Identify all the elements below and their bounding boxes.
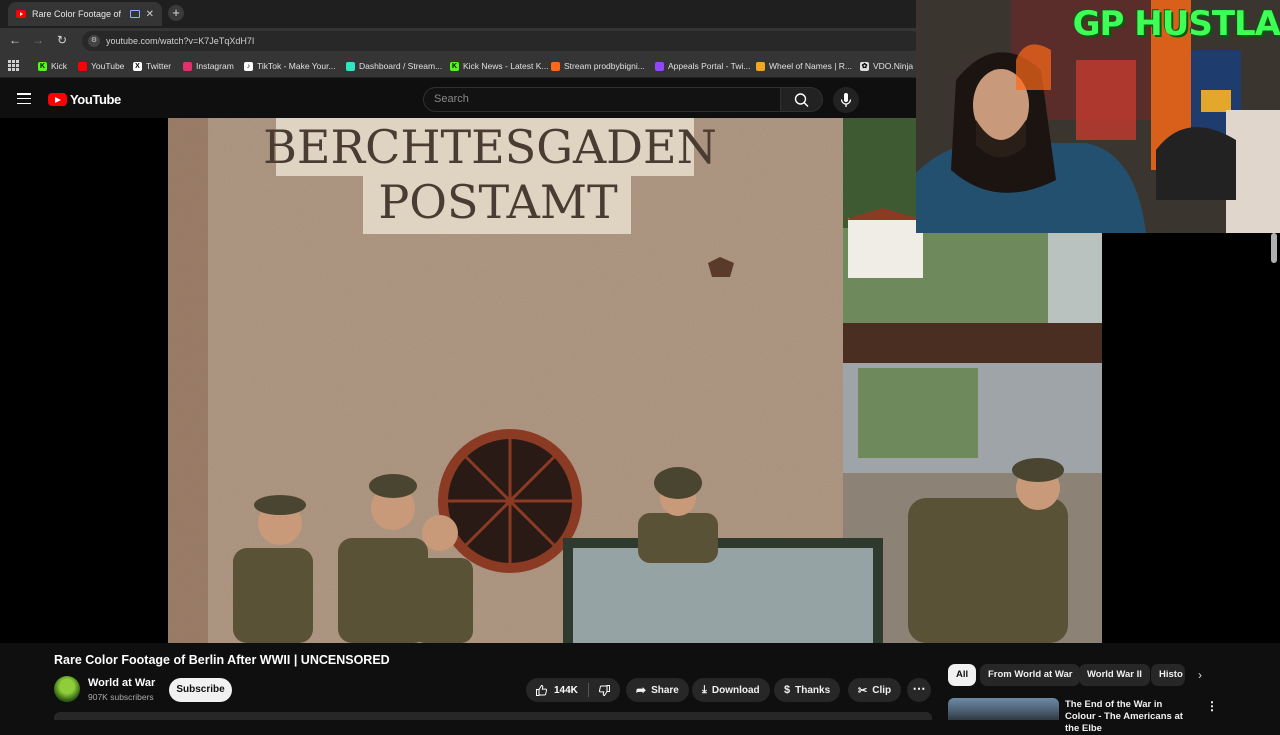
bookmark-label: TikTok - Make Your...	[257, 61, 336, 71]
search-button[interactable]	[781, 87, 823, 112]
like-dislike-group: 144K	[526, 678, 620, 702]
thumbs-up-icon	[536, 684, 548, 696]
download-icon: ⤓	[702, 683, 707, 696]
bookmark-label: Kick News - Latest K...	[463, 61, 549, 71]
description-box[interactable]	[54, 712, 932, 720]
bookmark-item[interactable]: Stream prodbybigni...	[551, 60, 645, 72]
back-icon[interactable]: ←	[7, 33, 23, 47]
chip-history[interactable]: Histo	[1151, 664, 1185, 686]
bookmark-label: Twitter	[146, 61, 172, 71]
channel-name[interactable]: World at War	[88, 677, 155, 689]
kick-news-icon: K	[450, 61, 459, 71]
browser-tab[interactable]: Rare Color Footage of Berlin ✕	[8, 2, 162, 26]
bookmark-item[interactable]: Appeals Portal - Twi...	[655, 60, 751, 72]
bookmark-item[interactable]: ✿ VDO.Ninja	[860, 60, 913, 72]
chip-from-channel[interactable]: From World at War	[980, 664, 1081, 686]
new-tab-button[interactable]: +	[168, 5, 184, 21]
scissors-icon: ✂	[858, 684, 868, 697]
apps-grid-icon[interactable]	[8, 60, 19, 71]
download-button[interactable]: ⤓ Download	[692, 678, 770, 702]
channel-avatar[interactable]	[54, 676, 80, 702]
stream-icon	[551, 61, 560, 71]
like-button[interactable]: 144K	[526, 678, 588, 702]
bookmark-label: Wheel of Names | R...	[769, 61, 852, 71]
bookmark-item[interactable]: K Kick	[38, 60, 67, 72]
page-scrollbar[interactable]	[1271, 233, 1277, 263]
forward-icon[interactable]: →	[30, 33, 46, 47]
tab-title: Rare Color Footage of Berlin	[32, 9, 124, 19]
recommended-video-title[interactable]: The End of the War in Colour - The Ameri…	[1065, 699, 1195, 735]
media-playing-icon	[129, 10, 140, 18]
thanks-icon: $	[784, 684, 791, 696]
menu-icon[interactable]	[17, 93, 31, 104]
subscribe-button[interactable]: Subscribe	[169, 678, 232, 702]
like-count: 144K	[554, 684, 578, 696]
bookmark-label: Kick	[51, 61, 68, 71]
bookmark-item[interactable]: Wheel of Names | R...	[756, 60, 852, 72]
thumbs-down-icon	[598, 684, 610, 696]
bookmark-item[interactable]: Dashboard / Stream...	[346, 60, 442, 72]
bookmark-label: Appeals Portal - Twi...	[668, 61, 751, 71]
youtube-favicon-icon	[16, 10, 26, 18]
thanks-button[interactable]: $ Thanks	[774, 678, 841, 702]
youtube-logo[interactable]: YouTube	[48, 92, 121, 107]
tiktok-icon: ♪	[244, 61, 253, 71]
download-label: Download	[711, 684, 760, 696]
bookmark-item[interactable]: K Kick News - Latest K...	[450, 60, 549, 72]
chip-world-war-ii[interactable]: World War II	[1079, 664, 1150, 686]
webcam-overlay-title: GP HUSTLA	[1072, 4, 1280, 44]
vdo-ninja-icon: ✿	[860, 61, 869, 71]
microphone-icon	[840, 93, 852, 107]
webcam-overlay: GP HUSTLA	[916, 0, 1280, 233]
youtube-logo-icon	[48, 93, 67, 106]
youtube-logo-text: YouTube	[70, 92, 121, 107]
bookmark-label: Instagram	[196, 61, 234, 71]
url-field[interactable]: ⚙ youtube.com/watch?v=K7JeTqXdH7I	[82, 31, 922, 51]
bookmark-item[interactable]: X Twitter	[133, 60, 171, 72]
share-icon: ➦	[636, 683, 647, 697]
voice-search-button[interactable]	[833, 87, 859, 113]
site-info-icon[interactable]: ⚙	[88, 35, 100, 47]
subscriber-count: 907K subscribers	[88, 692, 154, 702]
bookmark-item[interactable]: ♪ TikTok - Make Your...	[244, 60, 336, 72]
clip-label: Clip	[872, 684, 892, 696]
search-icon	[794, 93, 809, 107]
youtube-icon	[78, 61, 87, 71]
chip-all[interactable]: All	[948, 664, 977, 686]
thanks-label: Thanks	[795, 684, 831, 696]
more-actions-button[interactable]: ⋯	[907, 678, 931, 702]
instagram-icon	[183, 61, 192, 71]
reload-icon[interactable]: ↻	[54, 33, 70, 47]
bookmark-item[interactable]: Instagram	[183, 60, 234, 72]
wheel-icon	[756, 61, 765, 71]
bookmark-label: Stream prodbybigni...	[564, 61, 645, 71]
recommended-video-thumbnail[interactable]	[948, 698, 1059, 720]
dislike-button[interactable]	[589, 678, 620, 702]
bookmark-label: YouTube	[91, 61, 125, 71]
sign-line-1: BERCHTESGADEN	[263, 120, 717, 174]
dashboard-icon	[346, 61, 355, 71]
url-text: youtube.com/watch?v=K7JeTqXdH7I	[106, 36, 255, 46]
twitch-icon	[655, 61, 664, 71]
share-button[interactable]: ➦ Share	[626, 678, 689, 702]
clip-button[interactable]: ✂ Clip	[848, 678, 902, 702]
search-input[interactable]: Search	[423, 87, 781, 112]
bookmark-label: VDO.Ninja	[873, 61, 914, 71]
x-icon: X	[133, 61, 142, 71]
chevron-right-icon[interactable]: ›	[1192, 667, 1208, 683]
share-label: Share	[651, 684, 679, 696]
bookmark-label: Dashboard / Stream...	[359, 61, 443, 71]
close-tab-icon[interactable]: ✕	[146, 9, 154, 20]
video-title: Rare Color Footage of Berlin After WWII …	[54, 653, 390, 667]
recommended-video-menu-icon[interactable]: ⋮	[1206, 699, 1218, 713]
kick-icon: K	[38, 61, 47, 71]
bookmark-item[interactable]: YouTube	[78, 60, 124, 72]
sign-line-2: POSTAMT	[378, 175, 618, 229]
